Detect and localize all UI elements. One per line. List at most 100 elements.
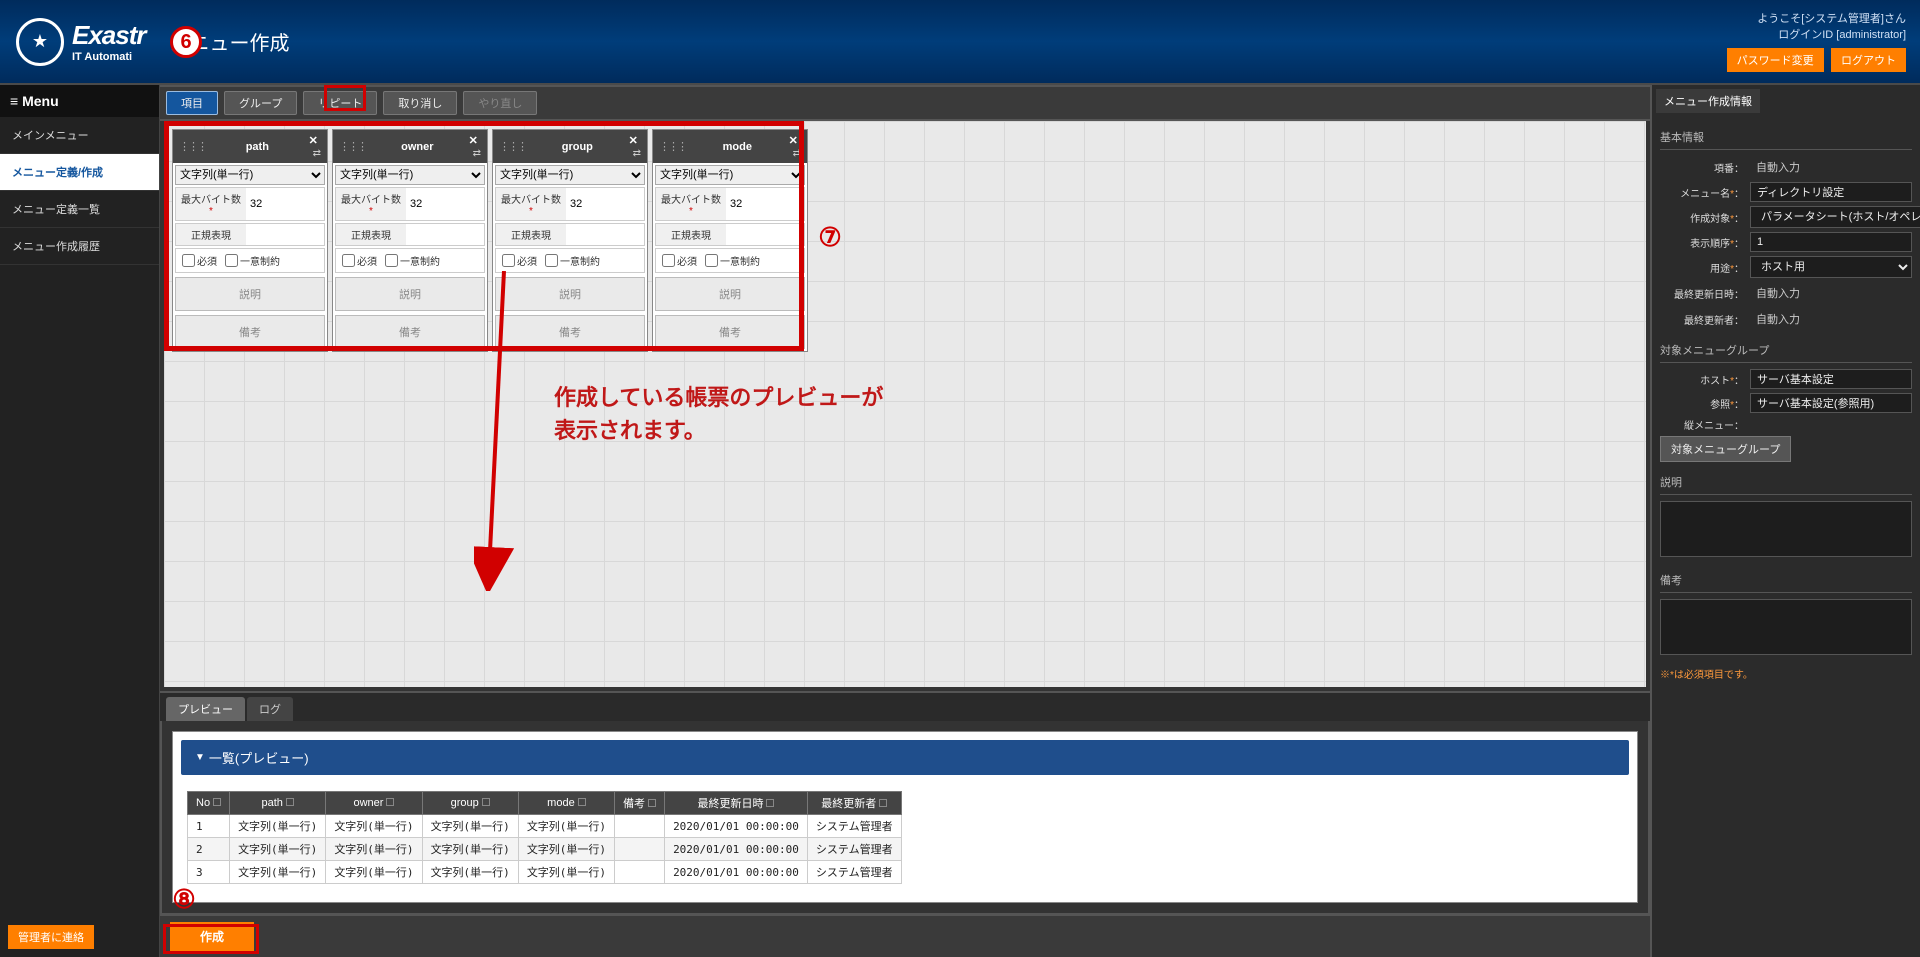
desc-button[interactable]: 説明: [175, 277, 325, 311]
drag-handle-icon[interactable]: ⋮⋮⋮: [659, 140, 686, 153]
table-header[interactable]: path: [230, 792, 326, 815]
input-ref[interactable]: [1750, 393, 1912, 413]
select-target[interactable]: パラメータシート(ホスト/オペレー: [1750, 206, 1920, 228]
target-menu-group-button[interactable]: 対象メニューグループ: [1660, 436, 1791, 462]
input-host[interactable]: [1750, 369, 1912, 389]
sort-icon[interactable]: [386, 798, 394, 806]
remark-button[interactable]: 備考: [495, 315, 645, 349]
close-icon[interactable]: ✕: [629, 135, 638, 147]
toolbar-repeat-button[interactable]: リピート: [303, 91, 377, 115]
maxbytes-input[interactable]: [406, 195, 484, 213]
link-icon[interactable]: ⇄: [313, 148, 321, 159]
tab-preview[interactable]: プレビュー: [166, 697, 245, 721]
close-icon[interactable]: ✕: [469, 135, 478, 147]
table-header[interactable]: 最終更新日時: [665, 792, 808, 815]
unique-checkbox-label[interactable]: 一意制約: [705, 253, 760, 268]
table-header[interactable]: No: [188, 792, 230, 815]
regex-input[interactable]: [726, 226, 804, 244]
required-checkbox[interactable]: [502, 254, 515, 267]
item-card-group[interactable]: ⋮⋮⋮group✕⇄文字列(単一行)最大バイト数*正規表現 必須 一意制約説明備…: [492, 129, 648, 352]
maxbytes-input[interactable]: [246, 195, 324, 213]
maxbytes-input[interactable]: [726, 195, 804, 213]
regex-input[interactable]: [406, 226, 484, 244]
unique-checkbox-label[interactable]: 一意制約: [545, 253, 600, 268]
maxbytes-input[interactable]: [566, 195, 644, 213]
select-use[interactable]: ホスト用: [1750, 256, 1912, 278]
close-icon[interactable]: ✕: [309, 135, 318, 147]
table-header[interactable]: owner: [326, 792, 422, 815]
remark-button[interactable]: 備考: [335, 315, 485, 349]
type-select[interactable]: 文字列(単一行): [175, 165, 325, 185]
regex-input[interactable]: [566, 226, 644, 244]
type-select[interactable]: 文字列(単一行): [495, 165, 645, 185]
desc-button[interactable]: 説明: [655, 277, 805, 311]
password-change-button[interactable]: パスワード変更: [1727, 48, 1824, 72]
desc-button[interactable]: 説明: [335, 277, 485, 311]
table-header[interactable]: mode: [518, 792, 614, 815]
required-checkbox-label[interactable]: 必須: [182, 253, 217, 268]
drag-handle-icon[interactable]: ⋮⋮⋮: [339, 140, 366, 153]
card-header[interactable]: ⋮⋮⋮owner✕⇄: [333, 130, 487, 163]
input-order[interactable]: [1750, 232, 1912, 252]
toolbar-redo-button[interactable]: やり直し: [463, 91, 537, 115]
sort-icon[interactable]: [213, 798, 221, 806]
table-header[interactable]: 備考: [615, 792, 665, 815]
card-header[interactable]: ⋮⋮⋮group✕⇄: [493, 130, 647, 163]
sort-icon[interactable]: [879, 799, 887, 807]
required-checkbox[interactable]: [182, 254, 195, 267]
required-checkbox-label[interactable]: 必須: [662, 253, 697, 268]
type-select[interactable]: 文字列(単一行): [655, 165, 805, 185]
tab-log[interactable]: ログ: [247, 697, 293, 721]
unique-checkbox-label[interactable]: 一意制約: [385, 253, 440, 268]
unique-checkbox[interactable]: [705, 254, 718, 267]
admin-contact-button[interactable]: 管理者に連絡: [8, 925, 94, 949]
preview-title[interactable]: 一覧(プレビュー): [181, 740, 1629, 775]
close-icon[interactable]: ✕: [789, 135, 798, 147]
required-checkbox-label[interactable]: 必須: [342, 253, 377, 268]
remark-button[interactable]: 備考: [655, 315, 805, 349]
textarea-remark[interactable]: [1660, 599, 1912, 655]
drag-handle-icon[interactable]: ⋮⋮⋮: [179, 140, 206, 153]
card-header[interactable]: ⋮⋮⋮path✕⇄: [173, 130, 327, 163]
sidebar-item-menu-list[interactable]: メニュー定義一覧: [0, 191, 159, 228]
link-icon[interactable]: ⇄: [633, 148, 641, 159]
sidebar-item-menu-create[interactable]: メニュー定義/作成: [0, 154, 159, 191]
desc-button[interactable]: 説明: [495, 277, 645, 311]
item-card-mode[interactable]: ⋮⋮⋮mode✕⇄文字列(単一行)最大バイト数*正規表現 必須 一意制約説明備考: [652, 129, 808, 352]
sort-icon[interactable]: [766, 799, 774, 807]
required-checkbox[interactable]: [342, 254, 355, 267]
required-checkbox[interactable]: [662, 254, 675, 267]
table-header[interactable]: 最終更新者: [807, 792, 901, 815]
sort-icon[interactable]: [286, 798, 294, 806]
regex-input[interactable]: [246, 226, 324, 244]
unique-checkbox[interactable]: [545, 254, 558, 267]
required-checkbox-label[interactable]: 必須: [502, 253, 537, 268]
right-panel-tab[interactable]: メニュー作成情報: [1656, 89, 1760, 113]
welcome-text: ようこそ[システム管理者]さん: [1723, 10, 1906, 26]
sidebar-item-main-menu[interactable]: メインメニュー: [0, 117, 159, 154]
toolbar-group-button[interactable]: グループ: [224, 91, 297, 115]
toolbar-item-button[interactable]: 項目: [166, 91, 218, 115]
toolbar-undo-button[interactable]: 取り消し: [383, 91, 457, 115]
drag-handle-icon[interactable]: ⋮⋮⋮: [499, 140, 526, 153]
type-select[interactable]: 文字列(単一行): [335, 165, 485, 185]
remark-button[interactable]: 備考: [175, 315, 325, 349]
unique-checkbox[interactable]: [385, 254, 398, 267]
sidebar-item-menu-history[interactable]: メニュー作成履歴: [0, 228, 159, 265]
canvas[interactable]: ⋮⋮⋮path✕⇄文字列(単一行)最大バイト数*正規表現 必須 一意制約説明備考…: [160, 121, 1650, 691]
sort-icon[interactable]: [578, 798, 586, 806]
link-icon[interactable]: ⇄: [473, 148, 481, 159]
input-menu-name[interactable]: [1750, 182, 1912, 202]
create-button[interactable]: 作成: [170, 922, 254, 951]
table-header[interactable]: group: [422, 792, 518, 815]
unique-checkbox-label[interactable]: 一意制約: [225, 253, 280, 268]
unique-checkbox[interactable]: [225, 254, 238, 267]
card-header[interactable]: ⋮⋮⋮mode✕⇄: [653, 130, 807, 163]
item-card-owner[interactable]: ⋮⋮⋮owner✕⇄文字列(単一行)最大バイト数*正規表現 必須 一意制約説明備…: [332, 129, 488, 352]
item-card-path[interactable]: ⋮⋮⋮path✕⇄文字列(単一行)最大バイト数*正規表現 必須 一意制約説明備考: [172, 129, 328, 352]
sort-icon[interactable]: [648, 799, 656, 807]
sort-icon[interactable]: [482, 798, 490, 806]
logout-button[interactable]: ログアウト: [1831, 48, 1906, 72]
link-icon[interactable]: ⇄: [793, 148, 801, 159]
textarea-desc[interactable]: [1660, 501, 1912, 557]
